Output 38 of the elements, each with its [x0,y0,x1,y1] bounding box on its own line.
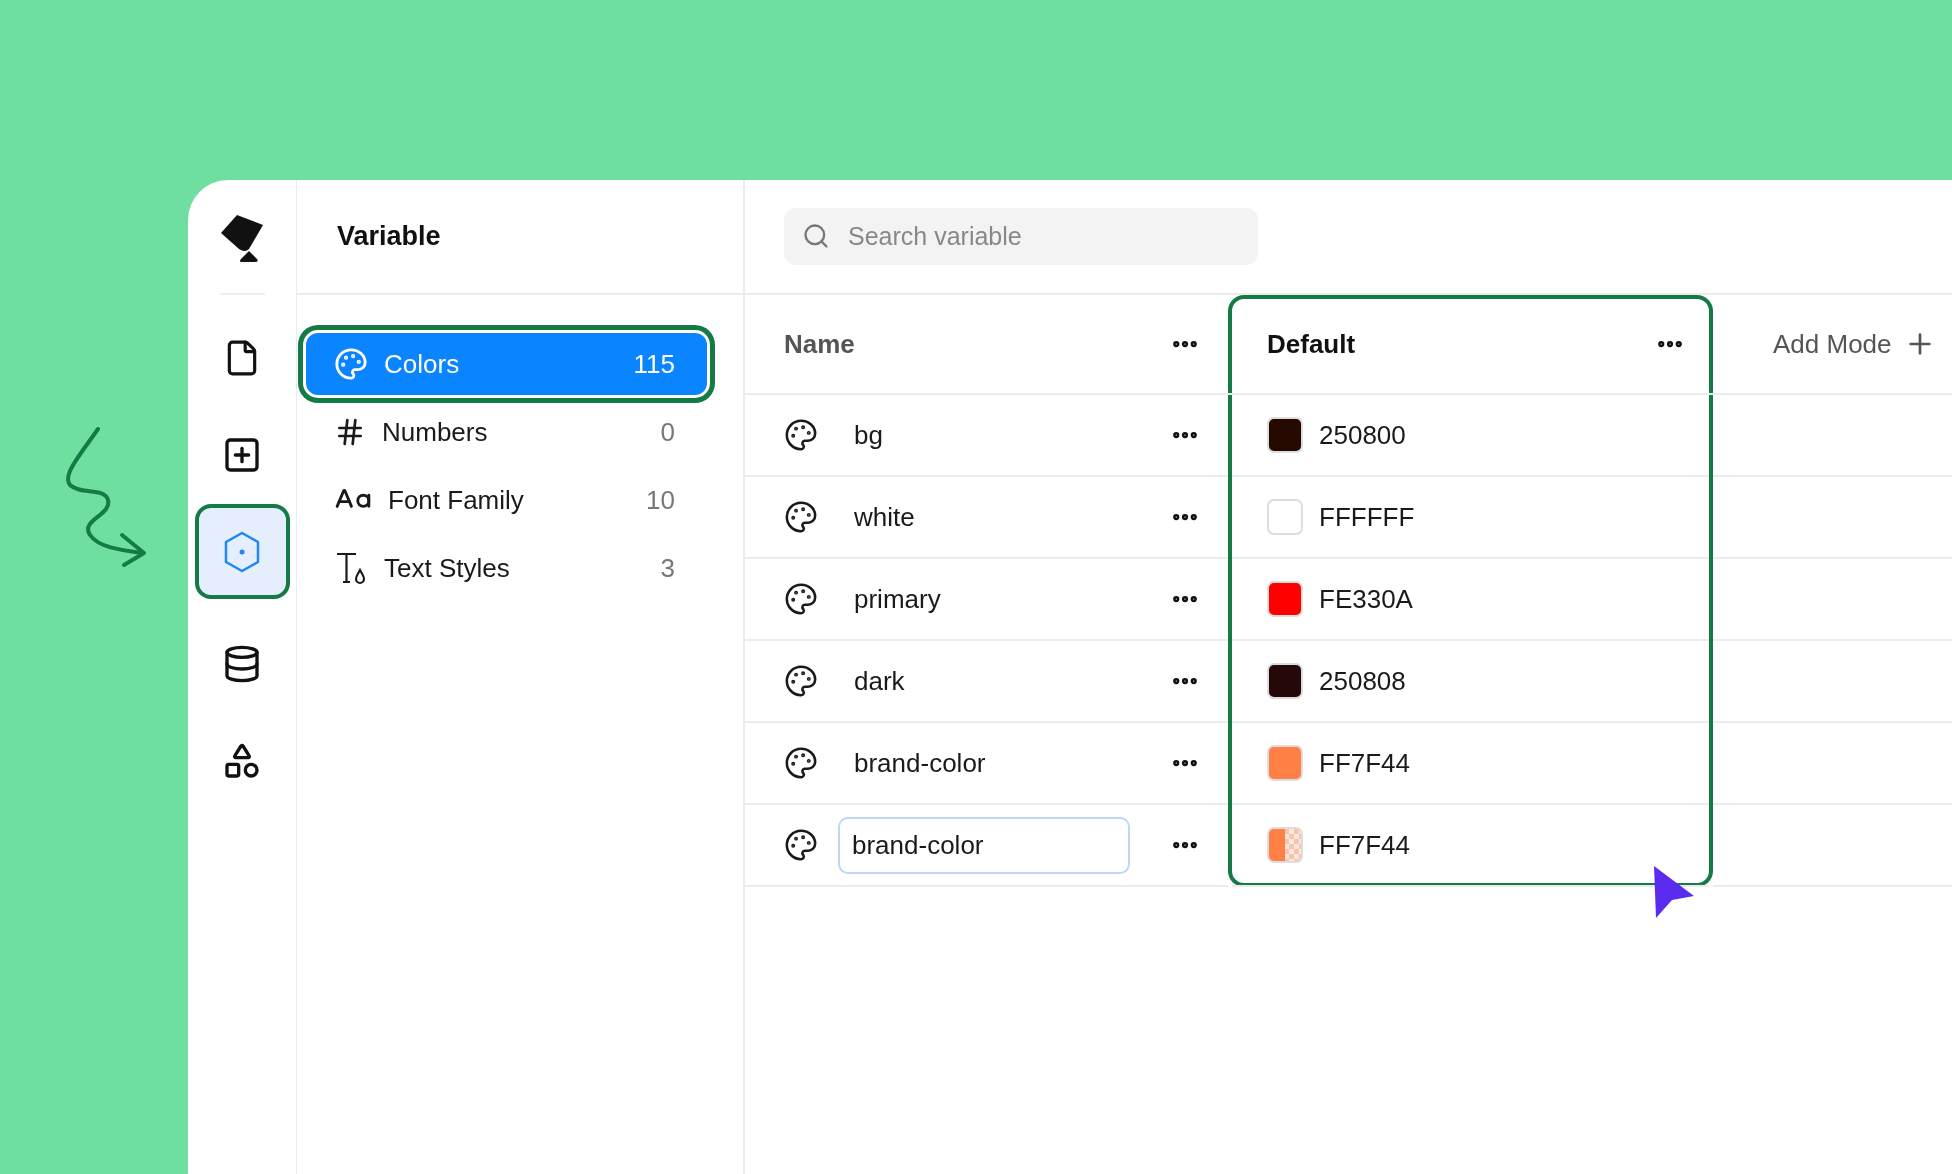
name-input-field[interactable]: brand-color [838,816,1130,874]
hexagon-icon [222,529,262,574]
panel-title: Variable [337,221,441,252]
palette-icon [784,582,818,616]
color-swatch[interactable] [1267,499,1303,535]
text-style-icon [334,550,368,586]
search-icon [802,222,830,250]
palette-icon [784,828,818,862]
color-swatch[interactable] [1267,417,1303,453]
color-value: 250800 [1319,419,1406,451]
column-header: Default [1267,328,1357,360]
palette-icon [784,746,818,780]
color-value: FF7F44 [1319,829,1411,861]
variable-name: white [853,501,916,533]
add-mode-button[interactable]: Add Mode [1773,328,1892,360]
color-value: FF7F44 [1319,747,1411,779]
column-header: Name [784,328,856,360]
category-item[interactable]: Text Styles 3 [306,537,707,599]
color-swatch[interactable] [1267,827,1303,863]
variable-name: dark [853,665,906,697]
category-item[interactable]: Numbers 0 [306,401,707,463]
search-field[interactable]: Search variable [784,208,1258,265]
color-swatch[interactable] [1267,581,1303,617]
color-value: FFFFFF [1319,501,1415,533]
color-value: 250808 [1319,665,1406,697]
palette-icon [784,418,818,452]
variable-name: bg [853,419,884,451]
palette-icon [334,347,368,381]
category-item[interactable]: Font Family 10 [306,469,707,531]
palette-icon [784,664,818,698]
variable-name: brand-color [853,747,987,779]
database-icon [222,643,262,684]
variable-name: primary [853,583,942,615]
palette-icon [784,500,818,534]
color-value: FE330A [1319,583,1413,615]
color-swatch[interactable] [1267,663,1303,699]
logo-icon [219,212,265,263]
color-swatch[interactable] [1267,745,1303,781]
